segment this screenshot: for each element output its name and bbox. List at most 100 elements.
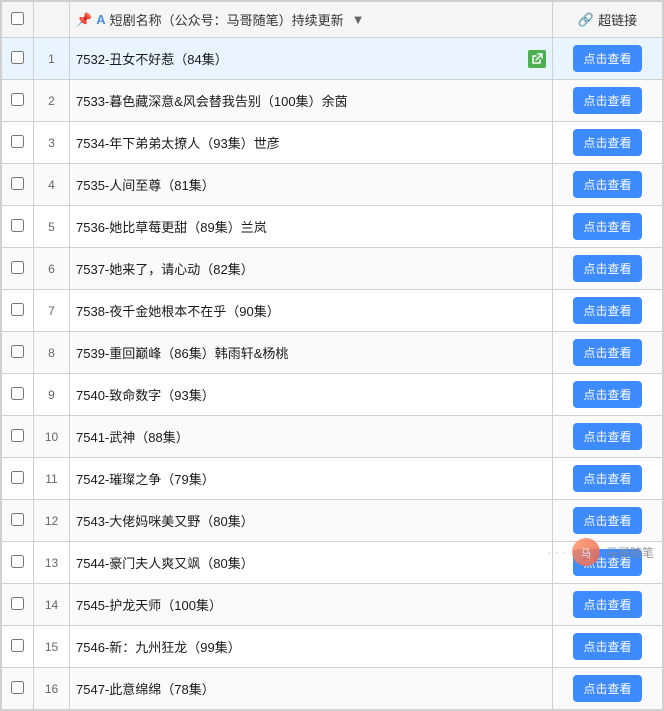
row-checkbox[interactable] (11, 555, 24, 568)
link-header-icon: 🔗 (578, 12, 594, 28)
row-title-cell: 7537-她来了，请心动（82集） (70, 248, 553, 290)
watermark-avatar: 马 (572, 538, 600, 566)
row-checkbox-cell (2, 290, 34, 332)
row-number: 11 (34, 458, 70, 500)
row-number: 8 (34, 332, 70, 374)
name-header: 📌 A 短剧名称（公众号：马哥随笔）持续更新 ▼ (70, 2, 553, 38)
row-checkbox[interactable] (11, 345, 24, 358)
row-title-text: 7533-暮色藏深意&风会替我告别（100集）余茵 (76, 91, 546, 110)
row-checkbox[interactable] (11, 513, 24, 526)
table-row: 4 7535-人间至尊（81集） 点击查看 (2, 164, 663, 206)
row-checkbox[interactable] (11, 261, 24, 274)
row-checkbox[interactable] (11, 51, 24, 64)
row-title-text: 7542-璀璨之争（79集） (76, 469, 546, 488)
row-number: 2 (34, 80, 70, 122)
row-checkbox-cell (2, 206, 34, 248)
link-col-label: 超链接 (598, 10, 637, 29)
table-row: 167547-此意绵绵（78集）点击查看 (2, 668, 663, 710)
row-checkbox-cell (2, 416, 34, 458)
row-link-cell: 点击查看 (553, 290, 663, 332)
text-format-icon: A (96, 12, 105, 27)
row-checkbox[interactable] (11, 681, 24, 694)
row-checkbox-cell (2, 584, 34, 626)
row-checkbox-cell (2, 626, 34, 668)
row-number: 1 (34, 38, 70, 80)
row-checkbox[interactable] (11, 387, 24, 400)
row-title-cell: 7544-豪门夫人爽又飒（80集） (70, 542, 553, 584)
row-title-cell: 7541-武神（88集） (70, 416, 553, 458)
row-title-text: 7536-她比草莓更甜（89集）兰岚 (76, 217, 546, 236)
row-title-cell: 7532-丑女不好惹（84集） (70, 38, 553, 80)
table-row: 6 7537-她来了，请心动（82集） 点击查看 (2, 248, 663, 290)
row-number: 9 (34, 374, 70, 416)
table-row: 107541-武神（88集）点击查看 (2, 416, 663, 458)
row-link-cell: 点击查看 (553, 206, 663, 248)
view-button[interactable]: 点击查看 (573, 675, 641, 702)
row-checkbox[interactable] (11, 597, 24, 610)
row-title-cell: 7547-此意绵绵（78集） (70, 668, 553, 710)
row-title-cell: 7535-人间至尊（81集） (70, 164, 553, 206)
row-title-cell: 7538-夜千金她根本不在乎（90集） (70, 290, 553, 332)
row-title-text: 7538-夜千金她根本不在乎（90集） (76, 301, 546, 320)
view-button[interactable]: 点击查看 (573, 87, 641, 114)
row-title-text: 7535-人间至尊（81集） (76, 175, 546, 194)
view-button[interactable]: 点击查看 (573, 45, 641, 72)
row-title-cell: 7540-致命数字（93集） (70, 374, 553, 416)
view-button[interactable]: 点击查看 (573, 171, 641, 198)
view-button[interactable]: 点击查看 (573, 129, 641, 156)
table-row: 1 7532-丑女不好惹（84集） 点击查看 (2, 38, 663, 80)
select-all-checkbox[interactable] (11, 12, 24, 25)
row-checkbox[interactable] (11, 177, 24, 190)
row-checkbox[interactable] (11, 219, 24, 232)
row-checkbox-cell (2, 374, 34, 416)
external-link-icon[interactable] (528, 50, 546, 68)
row-checkbox-cell (2, 500, 34, 542)
row-checkbox[interactable] (11, 471, 24, 484)
row-checkbox[interactable] (11, 303, 24, 316)
table-row: 11 7542-璀璨之争（79集） 点击查看 (2, 458, 663, 500)
filter-icon[interactable]: ▼ (352, 12, 365, 27)
row-number: 4 (34, 164, 70, 206)
checkbox-header[interactable] (2, 2, 34, 38)
row-number: 6 (34, 248, 70, 290)
row-title-text: 7537-她来了，请心动（82集） (76, 259, 546, 278)
view-button[interactable]: 点击查看 (573, 423, 641, 450)
row-checkbox-cell (2, 542, 34, 584)
row-link-cell: 点击查看 (553, 374, 663, 416)
view-button[interactable]: 点击查看 (573, 255, 641, 282)
row-title-cell: 7533-暮色藏深意&风会替我告别（100集）余茵 (70, 80, 553, 122)
row-link-cell: 点击查看 (553, 80, 663, 122)
view-button[interactable]: 点击查看 (573, 507, 641, 534)
view-button[interactable]: 点击查看 (573, 381, 641, 408)
row-checkbox-cell (2, 248, 34, 290)
row-number: 13 (34, 542, 70, 584)
row-title-cell: 7542-璀璨之争（79集） (70, 458, 553, 500)
row-checkbox[interactable] (11, 93, 24, 106)
table-row: 157546-新：九州狂龙（99集）点击查看 (2, 626, 663, 668)
row-title-text: 7546-新：九州狂龙（99集） (76, 637, 546, 656)
row-title-cell: 7545-护龙天师（100集） (70, 584, 553, 626)
row-number: 7 (34, 290, 70, 332)
watermark: · · · 马 马哥随笔 (547, 538, 654, 566)
row-checkbox[interactable] (11, 135, 24, 148)
view-button[interactable]: 点击查看 (573, 297, 641, 324)
row-link-cell: 点击查看 (553, 332, 663, 374)
avatar-icon: 马 (581, 545, 591, 560)
row-title-text: 7543-大佬妈咪美又野（80集） (76, 511, 546, 530)
row-checkbox[interactable] (11, 639, 24, 652)
view-button[interactable]: 点击查看 (573, 339, 641, 366)
row-title-text: 7532-丑女不好惹（84集） (76, 49, 524, 68)
table-row: 12 7543-大佬妈咪美又野（80集） 点击查看 (2, 500, 663, 542)
view-button[interactable]: 点击查看 (573, 213, 641, 240)
row-link-cell: 点击查看 (553, 248, 663, 290)
view-button[interactable]: 点击查看 (573, 591, 641, 618)
row-number: 12 (34, 500, 70, 542)
link-header: 🔗 超链接 (553, 2, 663, 38)
table-row: 37534-年下弟弟太撩人（93集）世彦点击查看 (2, 122, 663, 164)
watermark-text: 马哥随笔 (606, 544, 654, 561)
view-button[interactable]: 点击查看 (573, 465, 641, 492)
row-checkbox[interactable] (11, 429, 24, 442)
row-title-text: 7547-此意绵绵（78集） (76, 679, 546, 698)
view-button[interactable]: 点击查看 (573, 633, 641, 660)
row-title-text: 7544-豪门夫人爽又飒（80集） (76, 553, 546, 572)
